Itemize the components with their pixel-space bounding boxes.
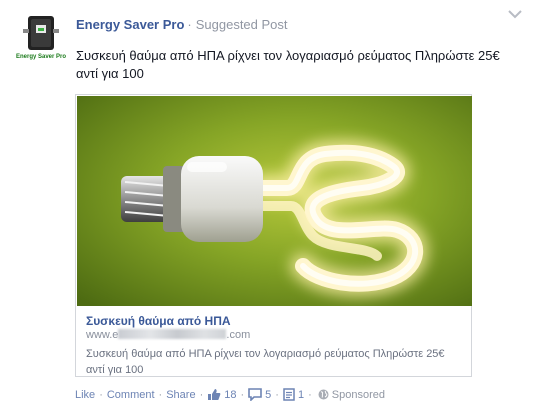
dollar-bulb-image-icon (77, 96, 472, 306)
action-bar: Like · Comment · Share · 18 · 5 · 1 · Sp… (75, 388, 385, 401)
action-separator: · (199, 388, 204, 401)
header-separator: · (187, 17, 192, 32)
redacted-url-blur (118, 329, 227, 339)
suggested-post: Energy Saver Pro Energy Saver Pro · Sugges… (0, 0, 549, 420)
thumbs-up-icon (208, 389, 221, 400)
post-type-label: Suggested Post (195, 17, 288, 32)
likes-count-value: 18 (224, 388, 237, 401)
likes-count[interactable]: 18 (207, 388, 237, 401)
page-name-link[interactable]: Energy Saver Pro (76, 17, 184, 32)
comment-bubble-icon (248, 388, 262, 401)
energy-saver-logo-icon: Energy Saver Pro (14, 14, 68, 68)
action-separator: · (308, 388, 312, 401)
card-image[interactable] (77, 96, 472, 306)
sponsored-label: Sponsored (331, 388, 385, 401)
action-separator: · (240, 388, 245, 401)
card-title-link[interactable]: Συσκευή θαύμα από ΗΠΑ (86, 314, 231, 328)
page-avatar[interactable]: Energy Saver Pro (14, 14, 68, 68)
post-message: Συσκευή θαύμα από ΗΠΑ ρίχνει τον λογαρια… (76, 48, 500, 81)
share-link[interactable]: Share (166, 389, 195, 401)
comments-count[interactable]: 5 (248, 388, 271, 401)
card-url-prefix: www.e (86, 329, 119, 341)
card-url: www.e .com (86, 329, 250, 341)
post-header: Energy Saver Pro · Suggested Post (76, 17, 288, 32)
like-link[interactable]: Like (75, 389, 95, 401)
card-description: Συσκευή θαύμα από ΗΠΑ ρίχνει τον λογαρια… (86, 348, 445, 376)
action-separator: · (99, 388, 103, 401)
action-separator: · (158, 388, 163, 401)
link-preview-card[interactable]: Συσκευή θαύμα από ΗΠΑ www.e .com Συσκευή … (75, 94, 472, 377)
globe-icon (318, 389, 329, 400)
comment-link[interactable]: Comment (107, 389, 155, 401)
share-document-icon (283, 388, 295, 401)
shares-count-value: 1 (297, 388, 305, 401)
shares-count[interactable]: 1 (283, 388, 304, 401)
chevron-down-icon[interactable] (507, 8, 523, 20)
comments-count-value: 5 (265, 388, 272, 401)
avatar-label: Energy Saver Pro (16, 54, 66, 60)
action-separator: · (275, 388, 279, 401)
card-url-suffix: .com (226, 329, 251, 341)
